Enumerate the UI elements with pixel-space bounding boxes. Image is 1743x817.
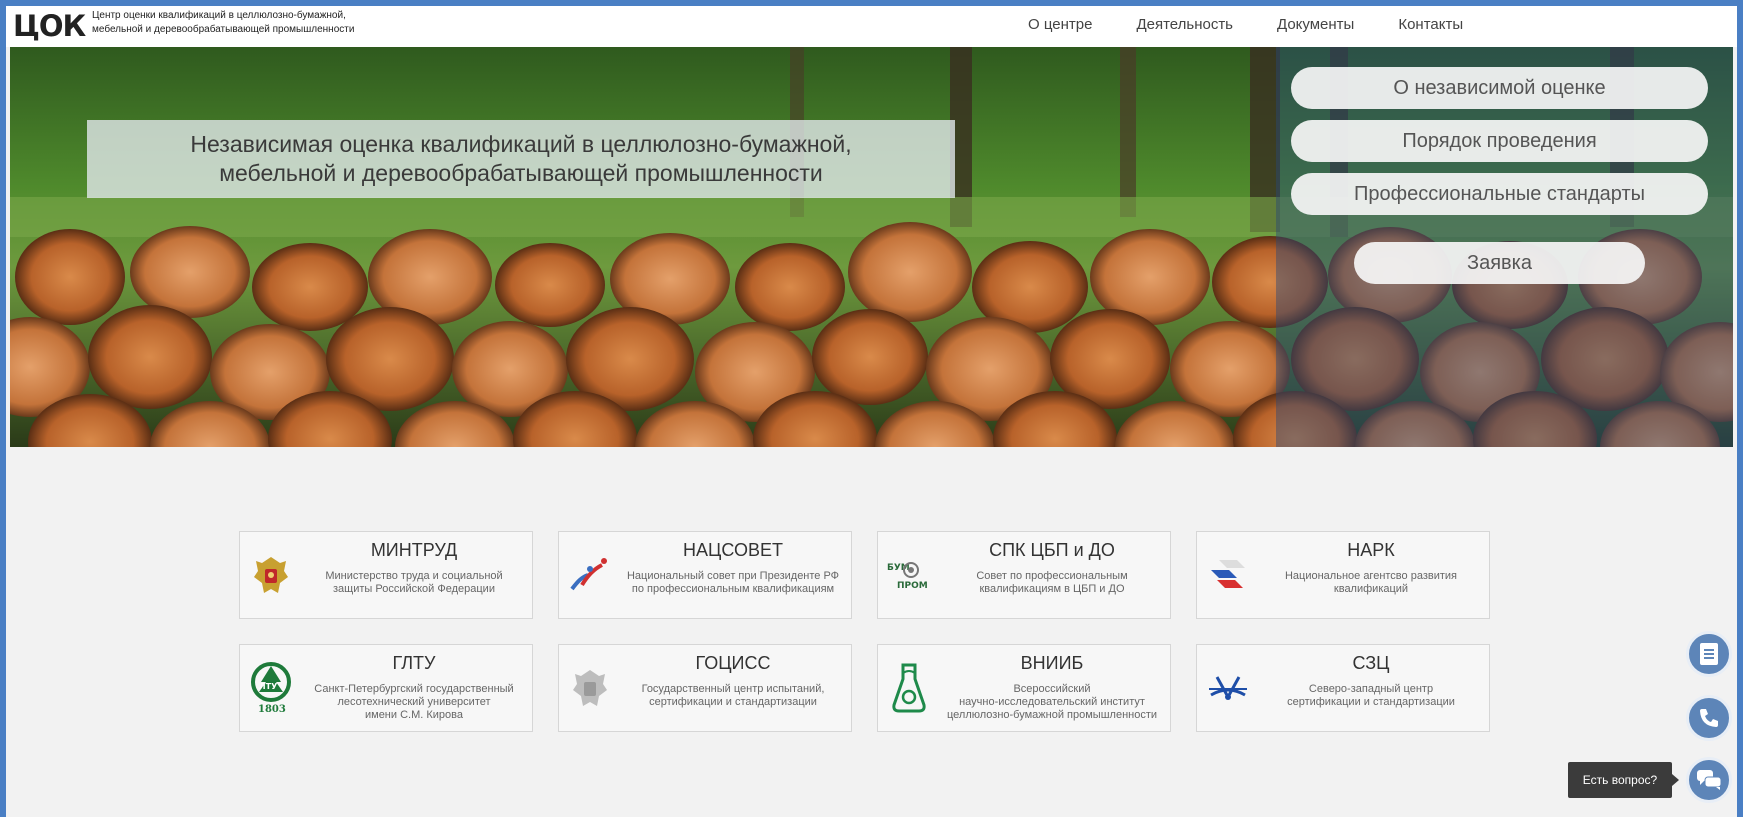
org-desc: Северо-западный центр сертификации и ста… [1287,683,1455,708]
org-desc: Национальный совет при Президенте РФ по … [626,570,840,595]
org-desc: Национальное агентсво развития квалифика… [1284,570,1457,595]
organizations-grid: МИНТРУД Министерство труда и социальной … [239,531,1495,732]
gotsiss-emblem-icon [567,665,613,711]
org-desc: Совет по профессиональным квалификациям … [976,570,1128,595]
org-name: СЗЦ [1352,653,1390,673]
professional-standards-button[interactable]: Профессиональные стандарты [1291,173,1708,215]
question-tooltip: Есть вопрос? [1568,762,1679,798]
nav-documents[interactable]: Документы [1277,16,1354,33]
org-desc: Министерство труда и социальной защиты Р… [325,570,503,595]
site-header: ЦОК Центр оценки квалификаций в целлюлоз… [6,6,1737,47]
org-card-natssovet[interactable]: НАЦСОВЕТ Национальный совет при Президен… [558,531,852,619]
independent-assessment-button[interactable]: О независимой оценке [1291,67,1708,109]
svg-text:ЛТУ: ЛТУ [259,682,277,691]
gltu-logo-icon: ЛТУ 1803 [248,662,294,715]
org-card-vniib[interactable]: ВНИИБ Всероссийский научно-исследователь… [877,644,1171,732]
logo-subtitle: Центр оценки квалификаций в целлюлозно-б… [92,10,355,35]
spk-logo-icon: БУМ ПРОМ [886,552,932,598]
org-card-gotsiss[interactable]: ГОЦИСС Государственный центр испытаний, … [558,644,852,732]
hero-title-box: Независимая оценка квалификаций в целлюл… [87,120,955,198]
org-name: ГОЦИСС [695,653,771,673]
nav-activity[interactable]: Деятельность [1136,16,1233,33]
nav-contacts[interactable]: Контакты [1398,16,1463,33]
org-name: НАРК [1347,540,1395,560]
org-card-gltu[interactable]: ЛТУ 1803 ГЛТУ Санкт-Петербургский госуда… [239,644,533,732]
svg-text:ПРОМ: ПРОМ [897,581,928,591]
procedure-button[interactable]: Порядок проведения [1291,120,1708,162]
org-name: ГЛТУ [392,653,436,673]
org-card-szc[interactable]: СЗЦ Северо-западный центр сертификации и… [1196,644,1490,732]
application-button[interactable]: Заявка [1354,242,1645,284]
org-card-mintrud[interactable]: МИНТРУД Министерство труда и социальной … [239,531,533,619]
org-desc: Санкт-Петербургский государственный лесо… [314,683,514,721]
natssovet-logo-icon [567,552,613,598]
vniib-flask-icon [886,663,932,713]
main-nav: О центре Деятельность Документы Контакты [1028,16,1507,33]
gltu-logo-year: 1803 [258,704,286,715]
coat-of-arms-icon [248,552,294,598]
org-name: ВНИИБ [1020,653,1084,673]
hero-banner: Независимая оценка квалификаций в целлюл… [10,47,1733,447]
org-name: МИНТРУД [370,540,458,560]
nark-logo-icon [1205,552,1251,598]
hero-title: Независимая оценка квалификаций в целлюл… [190,131,852,186]
org-name: СПК ЦБП и ДО [989,540,1115,560]
browser-page: ЦОК Центр оценки квалификаций в целлюлоз… [6,6,1737,817]
org-card-spk[interactable]: БУМ ПРОМ СПК ЦБП и ДО Совет по профессио… [877,531,1171,619]
org-name: НАЦСОВЕТ [683,540,783,560]
chat-icon[interactable] [1686,757,1732,803]
phone-icon[interactable] [1686,695,1732,741]
org-desc: Государственный центр испытаний, сертифи… [641,683,825,708]
szc-logo-icon [1205,665,1251,711]
site-logo[interactable]: ЦОК [13,9,86,43]
nav-about[interactable]: О центре [1028,16,1092,33]
org-card-nark[interactable]: НАРК Национальное агентсво развития квал… [1196,531,1490,619]
document-icon[interactable] [1686,631,1732,677]
org-desc: Всероссийский научно-исследовательский и… [946,683,1158,721]
